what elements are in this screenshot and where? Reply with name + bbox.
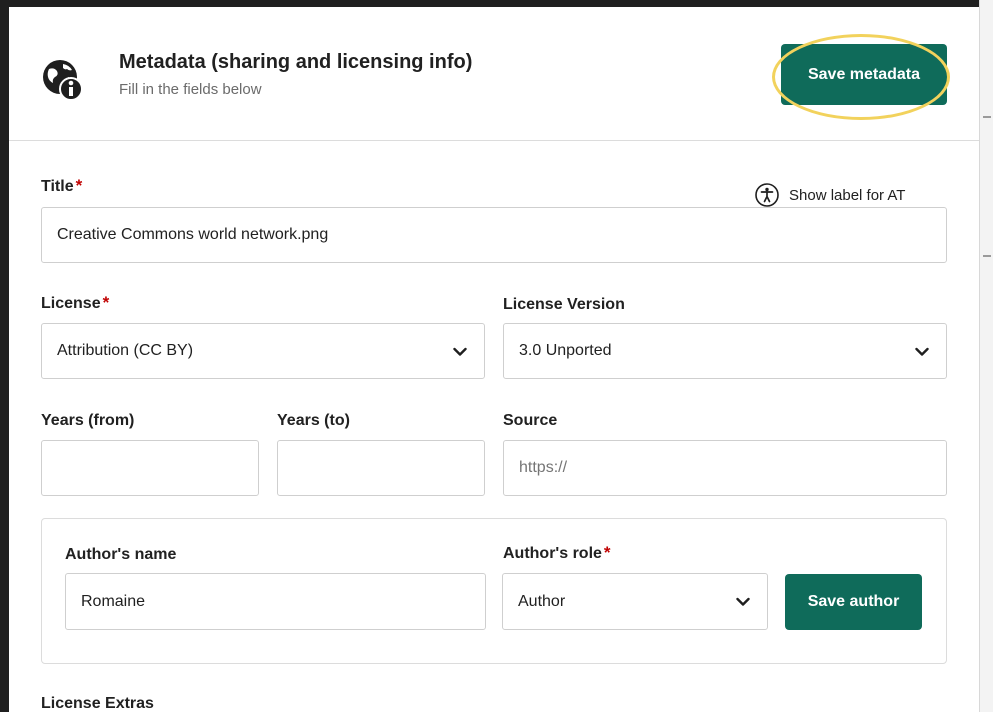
license-version-select-value: 3.0 Unported	[519, 342, 612, 359]
title-input[interactable]: Creative Commons world network.png	[41, 207, 947, 263]
license-extras-label: License Extras	[41, 695, 154, 712]
required-mark: *	[603, 543, 611, 562]
chevron-down-icon	[736, 597, 750, 606]
chevron-down-icon	[915, 347, 929, 356]
dialog-subtitle: Fill in the fields below	[119, 81, 262, 98]
save-metadata-button[interactable]: Save metadata	[781, 44, 947, 105]
author-role-value: Author	[518, 592, 566, 610]
show-label-for-at-text: Show label for AT	[789, 186, 906, 204]
license-label: License *	[41, 293, 109, 313]
source-label: Source	[503, 412, 558, 429]
title-input-value: Creative Commons world network.png	[57, 226, 329, 243]
author-role-label-text: Author's role	[503, 545, 602, 562]
author-role-label: Author's role *	[503, 543, 611, 563]
window-frame-top	[0, 0, 993, 7]
background-page-edge	[979, 0, 993, 712]
license-version-label: License Version	[503, 296, 625, 313]
years-from-input[interactable]	[41, 440, 259, 496]
show-label-for-at-toggle[interactable]: Show label for AT	[755, 183, 905, 207]
license-select-value: Attribution (CC BY)	[57, 342, 194, 359]
source-placeholder: https://	[519, 459, 568, 476]
dialog-title: Metadata (sharing and licensing info)	[119, 51, 473, 73]
author-role-select[interactable]: Author	[502, 573, 768, 630]
save-author-button[interactable]: Save author	[785, 574, 922, 630]
required-mark: *	[75, 176, 83, 195]
years-from-label: Years (from)	[41, 412, 135, 429]
license-select[interactable]: Attribution (CC BY)	[41, 323, 485, 379]
required-mark: *	[102, 293, 110, 312]
license-version-select[interactable]: 3.0 Unported	[503, 323, 947, 379]
dialog-header: Metadata (sharing and licensing info) Fi…	[9, 7, 979, 141]
years-to-label: Years (to)	[277, 412, 350, 429]
author-name-input[interactable]: Romaine	[65, 573, 486, 630]
chevron-down-icon	[453, 347, 467, 356]
globe-info-icon	[43, 60, 83, 101]
years-to-input[interactable]	[277, 440, 485, 496]
source-input[interactable]: https://	[503, 440, 947, 496]
metadata-dialog: Metadata (sharing and licensing info) Fi…	[9, 7, 979, 712]
window-frame-left	[0, 0, 9, 712]
title-label: Title *	[41, 176, 82, 196]
title-label-text: Title	[41, 178, 74, 195]
background-artifact	[983, 255, 991, 257]
author-name-label: Author's name	[65, 546, 177, 563]
background-artifact	[983, 116, 991, 118]
license-label-text: License	[41, 295, 101, 312]
accessibility-icon	[755, 183, 779, 207]
author-name-value: Romaine	[81, 592, 146, 610]
